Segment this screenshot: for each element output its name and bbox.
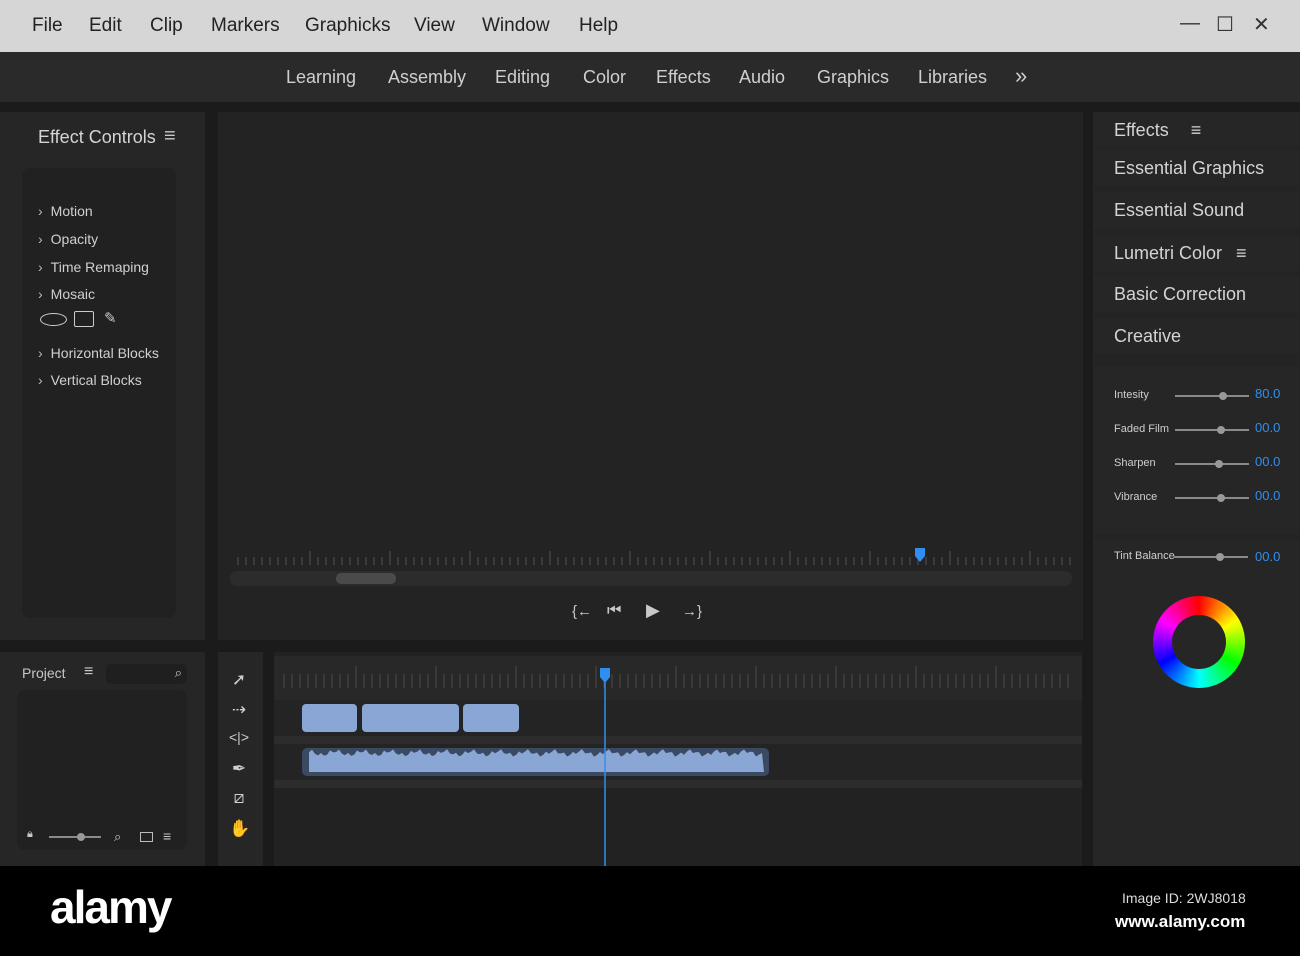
list-menu-icon[interactable]: ≡ [163,828,171,844]
tint-panel [1093,540,1300,867]
track-select-tool-icon[interactable]: ⇢ [229,700,249,720]
monitor-timeline-ruler[interactable] [230,545,1075,590]
lumetri-slider[interactable] [1175,426,1249,434]
lumetri-slider[interactable] [1175,392,1249,400]
minimize-button[interactable]: — [1180,12,1200,35]
image-id: Image ID: 2WJ8018 [1122,890,1246,906]
project-bin [17,690,187,850]
effect-mosaic[interactable]: Mosaic [38,286,95,302]
video-clip [362,704,459,732]
panel-menu-icon[interactable]: ≡ [84,663,93,681]
menu-markers[interactable]: Markers [211,15,280,37]
lumetri-slider-label: Intesity [1114,389,1149,401]
search-icon[interactable]: ⌕ [114,829,121,845]
step-back-icon[interactable]: ⏮ [607,602,621,620]
lumetri-slider-label: Sharpen [1114,457,1156,469]
ellipse-mask-icon[interactable] [40,313,67,326]
timeline-tracks[interactable] [274,652,1082,866]
tab-audio[interactable]: Audio [739,67,785,88]
lumetri-slider-value[interactable]: 00.0 [1255,420,1280,435]
slider-knob[interactable] [1216,426,1225,434]
panel-menu-icon[interactable]: ≡ [164,125,176,148]
video-clip [302,704,357,732]
essential-sound-label: Essential Sound [1114,200,1245,220]
effect-motion[interactable]: Motion [38,203,93,219]
tab-effects[interactable]: Effects [656,67,711,88]
effects-panel-header[interactable]: Effects ≡ [1093,112,1300,146]
panel-menu-icon[interactable]: ≡ [1191,120,1202,140]
effect-opacity[interactable]: Opacity [38,231,98,247]
hand-tool-icon[interactable]: ✋ [229,819,250,839]
basic-correction-label: Basic Correction [1114,284,1247,304]
maximize-button[interactable]: ☐ [1216,12,1234,37]
folder-icon[interactable] [140,832,153,842]
basic-correction-section[interactable]: Basic Correction [1093,276,1300,312]
tab-learning[interactable]: Learning [286,67,356,88]
ripple-edit-tool-icon[interactable]: <|> [229,729,249,745]
lumetri-color-label: Lumetri Color [1114,243,1223,263]
tab-graphics[interactable]: Graphics [817,67,889,88]
lumetri-slider-value[interactable]: 00.0 [1255,454,1280,469]
razor-tool-icon[interactable]: ⧄ [229,788,249,808]
tab-editing[interactable]: Editing [495,67,550,88]
workspace-bar: Learning Assembly Editing Color Effects … [0,52,1300,102]
effect-horizontal-blocks[interactable]: Horizontal Blocks [38,345,159,361]
essential-graphics-tab[interactable]: Essential Graphics [1093,150,1300,186]
tab-color[interactable]: Color [583,67,626,88]
tab-libraries[interactable]: Libraries [918,67,987,88]
pen-tool-icon[interactable]: ✒ [229,759,249,779]
effect-time-remapping[interactable]: Time Remaping [38,259,149,275]
watermark-footer: alamy Image ID: 2WJ8018 www.alamy.com [0,866,1300,956]
zoom-slider[interactable] [49,833,101,841]
project-title: Project [22,665,66,681]
monitor-scrollbar-thumb [336,573,396,584]
menu-help[interactable]: Help [579,15,618,37]
lumetri-slider-value[interactable]: 80.0 [1255,386,1280,401]
menu-bar: File Edit Clip Markers Graphicks View Wi… [0,0,1300,52]
tint-balance-value[interactable]: 00.0 [1255,549,1280,564]
tab-assembly[interactable]: Assembly [388,67,466,88]
slider-knob[interactable] [1215,553,1224,561]
mark-out-icon[interactable]: →} [682,603,702,620]
project-search-input[interactable]: ⌕ [106,664,187,684]
creative-label: Creative [1114,326,1182,346]
color-wheel[interactable] [1153,596,1245,688]
search-icon: ⌕ [174,665,182,680]
creative-section[interactable]: Creative [1093,318,1300,354]
slider-knob[interactable] [1216,494,1225,502]
menu-window[interactable]: Window [482,15,550,37]
lumetri-color-header[interactable]: Lumetri Color ≡ [1093,235,1300,271]
close-button[interactable]: ✕ [1253,12,1270,37]
menu-edit[interactable]: Edit [89,15,122,37]
lumetri-slider[interactable] [1175,494,1249,502]
menu-file[interactable]: File [32,15,63,37]
video-clip [463,704,519,732]
alamy-logo: alamy [50,881,172,933]
lumetri-slider-value[interactable]: 00.0 [1255,488,1280,503]
effects-title: Effects [1114,120,1169,140]
tint-balance-label: Tint Balance [1114,550,1175,562]
effect-vertical-blocks[interactable]: Vertical Blocks [38,372,142,388]
essential-graphics-label: Essential Graphics [1114,158,1265,178]
alamy-url: www.alamy.com [1115,912,1246,931]
lumetri-slider[interactable] [1175,460,1249,468]
lumetri-slider-label: Vibrance [1114,491,1158,503]
pen-mask-icon[interactable]: ✎ [104,309,117,327]
menu-graphics[interactable]: Graphicks [305,15,391,37]
slider-knob[interactable] [77,833,85,841]
menu-clip[interactable]: Clip [150,15,183,37]
lumetri-slider-label: Faded Film [1114,423,1170,435]
more-workspaces-button[interactable]: » [1015,63,1027,89]
effect-controls-title: Effect Controls [38,127,156,147]
panel-menu-icon[interactable]: ≡ [1236,243,1247,263]
rectangle-mask-icon[interactable] [74,311,94,327]
mark-in-icon[interactable]: {← [572,603,592,620]
play-icon[interactable]: ▶ [646,600,660,621]
tint-balance-slider[interactable] [1174,553,1248,561]
selection-tool-icon[interactable]: ➚ [229,670,249,690]
lock-icon[interactable]: 🔒︎ [27,828,33,841]
menu-view[interactable]: View [414,15,455,37]
essential-sound-tab[interactable]: Essential Sound [1093,192,1300,228]
monitor-playhead [915,548,925,562]
